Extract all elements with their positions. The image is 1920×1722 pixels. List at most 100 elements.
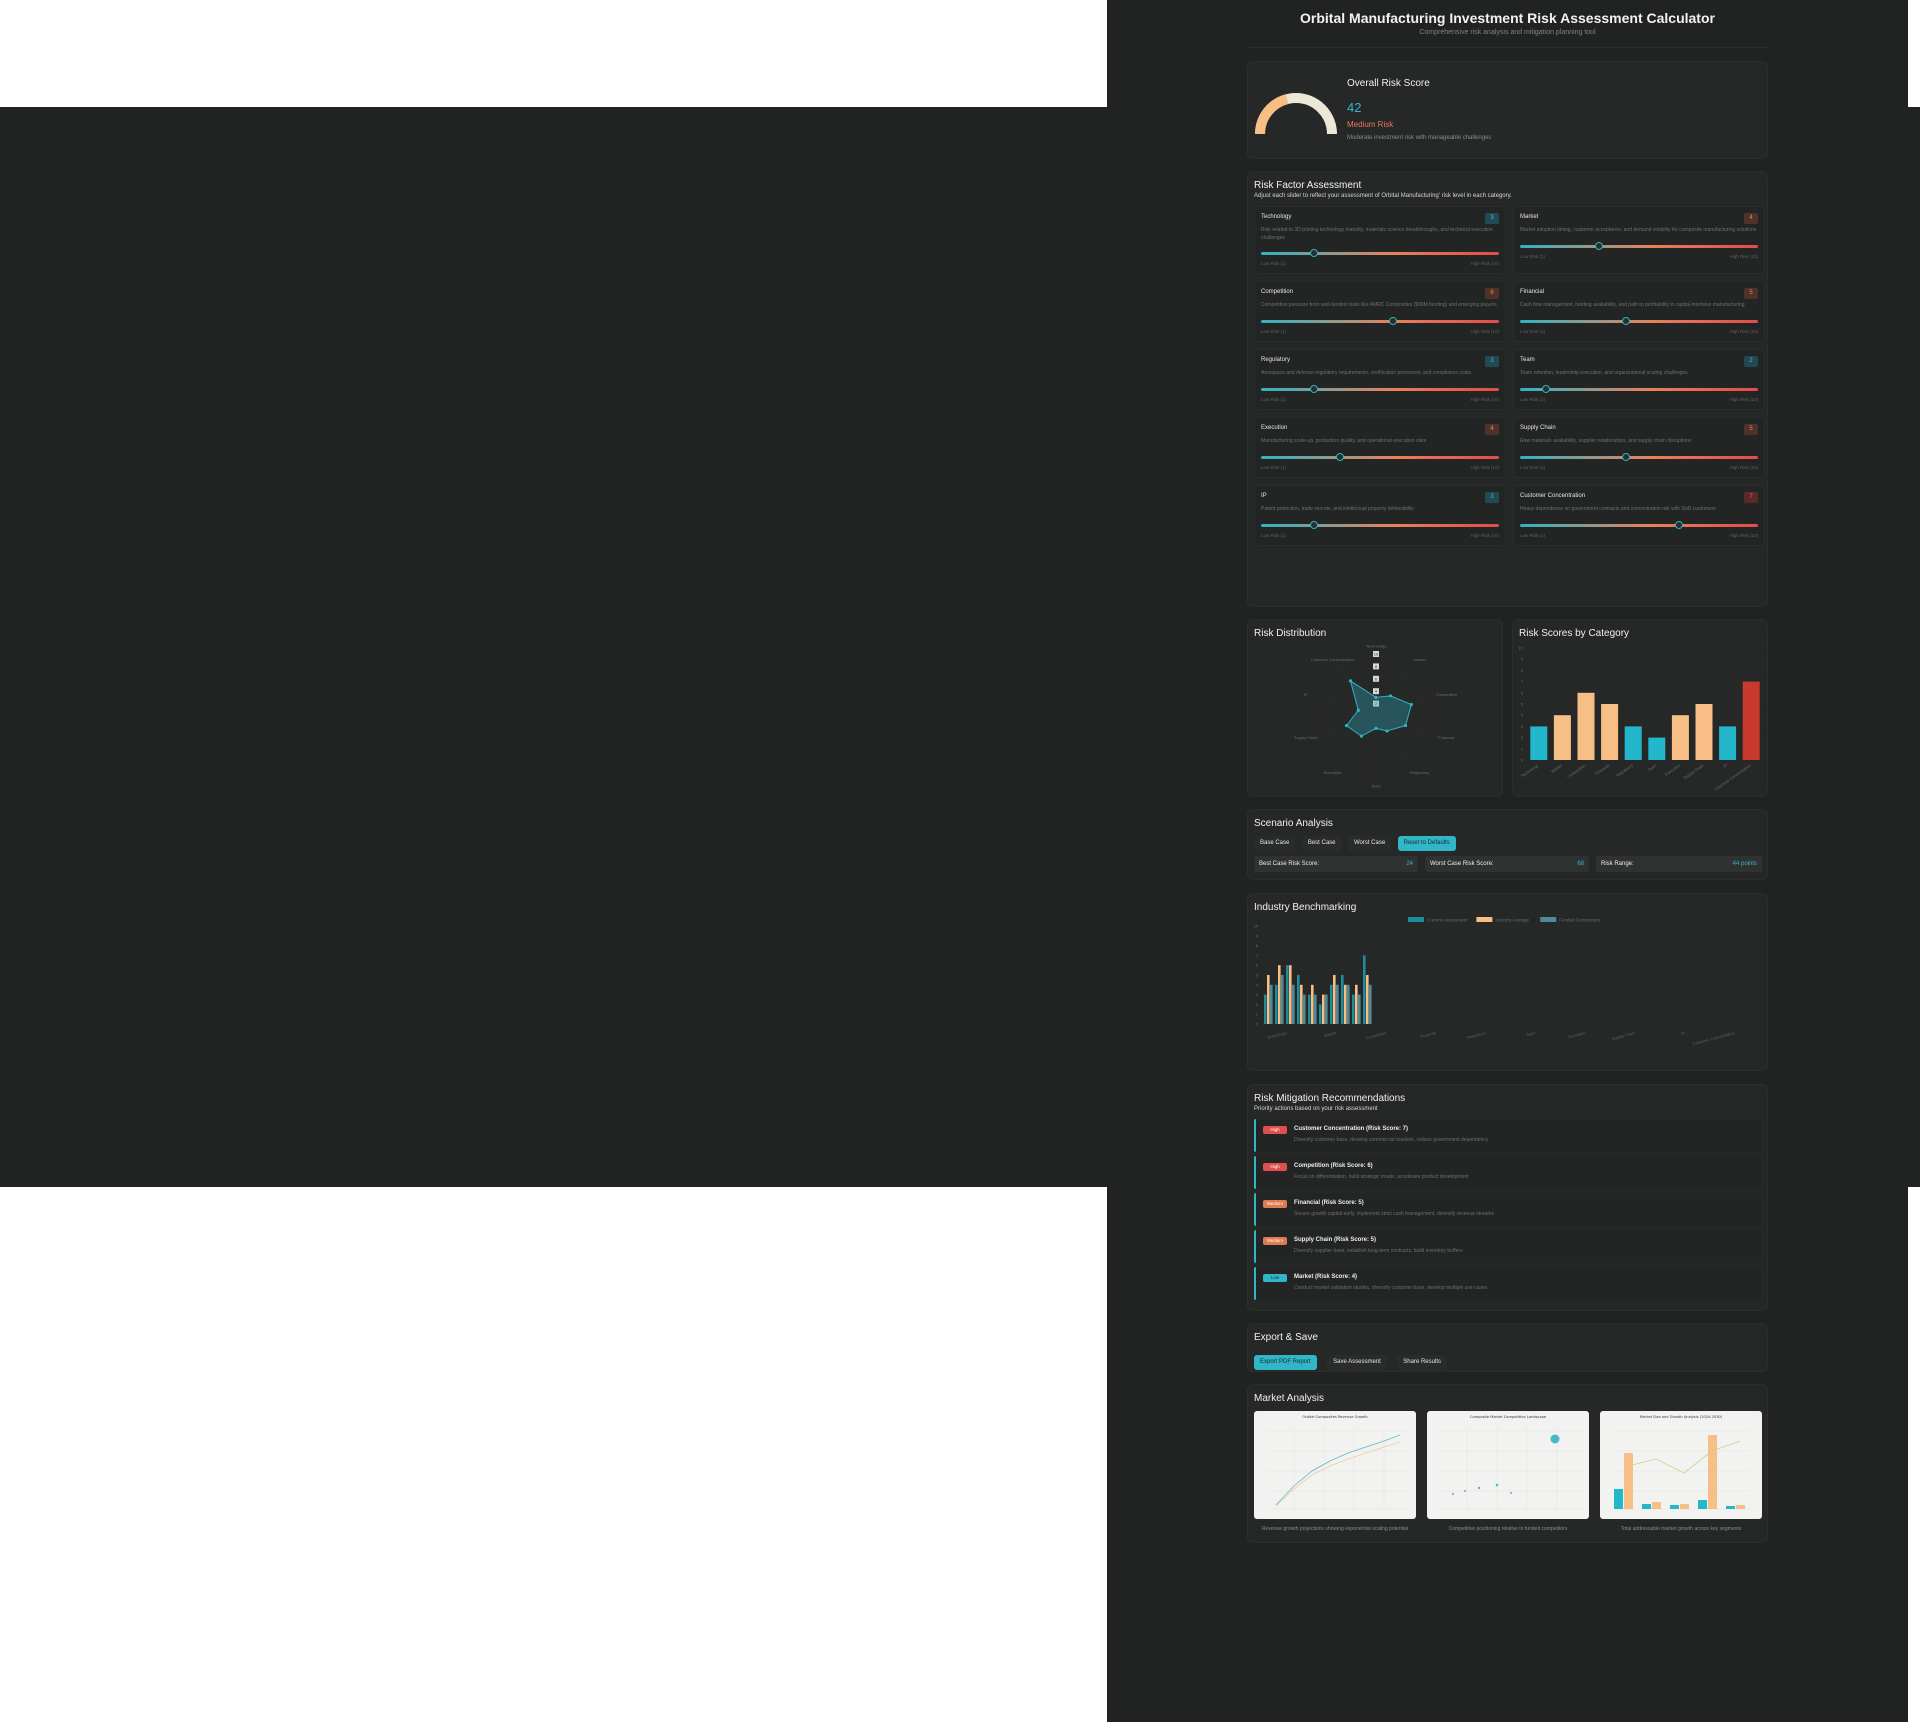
- risk-slider[interactable]: [1261, 453, 1499, 461]
- share-results-button[interactable]: Share Results: [1397, 1355, 1447, 1370]
- export-card: Export & Save Export PDF Report Save Ass…: [1247, 1323, 1768, 1372]
- risk-slider-thumb[interactable]: [1309, 385, 1318, 393]
- bench-bar: [1275, 984, 1278, 1024]
- slider-range-labels: Low Risk (1) High Risk (10): [1520, 254, 1758, 259]
- overall-title: Overall Risk Score: [1347, 78, 1430, 89]
- best-case-button[interactable]: Best Case: [1301, 836, 1342, 851]
- risk-slider-thumb[interactable]: [1542, 385, 1551, 393]
- benchmark-chart: Current Assessment Industry Average Funded…: [1254, 917, 1760, 1046]
- risk-slider-thumb[interactable]: [1595, 242, 1604, 250]
- risk-slider[interactable]: [1261, 521, 1499, 529]
- competitive-landscape-image[interactable]: Composite Market Competitive Landscape: [1427, 1411, 1589, 1519]
- bench-bar: [1358, 994, 1361, 1024]
- thumb-title-1: Orbital Composites Revenue Growth: [1302, 1415, 1367, 1419]
- risk-factor-description: Heavy dependence on government contracts…: [1520, 506, 1716, 512]
- risk-slider[interactable]: [1520, 317, 1758, 325]
- risk-slider-thumb[interactable]: [1309, 521, 1318, 529]
- bar-x-label: IP: [1722, 763, 1728, 769]
- bench-bar: [1314, 994, 1317, 1024]
- slider-low-label: Low Risk (1): [1520, 397, 1546, 402]
- radar-point: [1409, 702, 1413, 707]
- risk-factor-card-technology: Technology 3 Risk related to 3D printing t…: [1254, 206, 1506, 274]
- bench-bar: [1264, 994, 1267, 1024]
- bench-x-label: Technology: [1266, 1030, 1287, 1040]
- risk-factor-name: Execution: [1261, 425, 1288, 431]
- export-buttons: Export PDF Report Save Assessment Share …: [1254, 1350, 1449, 1370]
- best-case-score: Best Case Risk Score: 24: [1254, 856, 1418, 872]
- slider-high-label: High Risk (10): [1470, 329, 1499, 334]
- bench-bar: [1347, 984, 1350, 1024]
- bar-y-tick: 7: [1521, 679, 1524, 684]
- risk-factor-subtitle: Adjust each slider to reflect your asses…: [1254, 193, 1512, 199]
- thumb-bar: [1642, 1504, 1651, 1509]
- risk-factor-card-execution: Execution 4 Manufacturing scale-up, produc…: [1254, 417, 1506, 478]
- bench-bar: [1278, 965, 1281, 1024]
- export-title: Export & Save: [1254, 1332, 1318, 1343]
- risk-factor-value: 4: [1744, 213, 1758, 224]
- mitigation-item: High Customer Concentration (Risk Score: …: [1254, 1119, 1761, 1152]
- market-size-image[interactable]: Market Size and Growth Analysis (2024-20…: [1600, 1411, 1762, 1519]
- slider-high-label: High Risk (10): [1470, 465, 1499, 470]
- risk-factor-card-supply-chain: Supply Chain 5 Raw materials availability,…: [1513, 417, 1765, 478]
- risk-slider-thumb[interactable]: [1309, 249, 1318, 257]
- slider-high-label: High Risk (10): [1470, 533, 1499, 538]
- revenue-growth-image[interactable]: Orbital Composites Revenue Growth: [1254, 1411, 1416, 1519]
- worst-case-label: Worst Case Risk Score:: [1430, 861, 1494, 867]
- slider-range-labels: Low Risk (1) High Risk (10): [1261, 533, 1499, 538]
- risk-factor-value: 3: [1485, 492, 1499, 503]
- scenario-card: Scenario Analysis Base Case Best Case Wo…: [1247, 809, 1768, 880]
- risk-distribution-card: Risk Distribution Technology Market Compet…: [1247, 619, 1503, 797]
- best-case-label: Best Case Risk Score:: [1259, 861, 1320, 867]
- bar-supply-chain: [1695, 704, 1713, 760]
- risk-slider[interactable]: [1520, 242, 1758, 250]
- risk-slider-thumb[interactable]: [1389, 317, 1398, 325]
- risk-slider[interactable]: [1520, 521, 1758, 529]
- risk-slider[interactable]: [1520, 453, 1758, 461]
- risk-slider[interactable]: [1520, 385, 1758, 393]
- risk-slider[interactable]: [1261, 317, 1499, 325]
- bar-y-tick: 6: [1521, 690, 1524, 695]
- worst-case-button[interactable]: Worst Case: [1347, 836, 1392, 851]
- scenario-title: Scenario Analysis: [1254, 818, 1333, 829]
- risk-slider-thumb[interactable]: [1674, 521, 1683, 529]
- competitive-landscape-caption: Competitive positioning relative to fund…: [1448, 1526, 1568, 1532]
- risk-slider-thumb[interactable]: [1621, 453, 1630, 461]
- bar-x-label: Technology: [1520, 763, 1539, 779]
- bench-bar: [1330, 984, 1333, 1024]
- export-pdf-button[interactable]: Export PDF Report: [1254, 1355, 1317, 1370]
- risk-factor-name: IP: [1261, 493, 1267, 499]
- risk-slider-thumb[interactable]: [1621, 317, 1630, 325]
- risk-factor-value: 5: [1744, 288, 1758, 299]
- risk-range-value: 44 points: [1732, 861, 1757, 867]
- risk-slider[interactable]: [1261, 385, 1499, 393]
- risk-factor-description: Cash flow management, funding availabili…: [1520, 302, 1745, 308]
- bar-x-label: Supply Chain: [1682, 763, 1704, 781]
- radar-axis-label: Execution: [1324, 770, 1342, 775]
- risk-slider-thumb[interactable]: [1336, 453, 1345, 461]
- bench-bar: [1344, 984, 1347, 1024]
- thumb-line-1: [1275, 1434, 1401, 1506]
- gauge-fill: [1255, 94, 1289, 135]
- risk-factor-value: 3: [1485, 213, 1499, 224]
- slider-low-label: Low Risk (1): [1520, 254, 1546, 259]
- priority-badge: Medium: [1263, 1200, 1287, 1208]
- bench-x-label: Financial: [1420, 1030, 1437, 1039]
- legend-swatch: [1540, 917, 1557, 922]
- reset-defaults-button[interactable]: Reset to Defaults: [1397, 836, 1456, 851]
- thumb-bar: [1680, 1504, 1689, 1509]
- risk-factor-description: Team retention, leadership execution, an…: [1520, 370, 1688, 376]
- bar-x-label: Competition: [1566, 763, 1586, 779]
- save-assessment-button[interactable]: Save Assessment: [1327, 1355, 1387, 1370]
- bar-y-tick: 8: [1521, 668, 1524, 673]
- base-case-button[interactable]: Base Case: [1254, 836, 1296, 851]
- bar-x-label: Execution: [1664, 763, 1681, 777]
- risk-slider[interactable]: [1261, 249, 1499, 257]
- radar-axis-label: Competition: [1436, 692, 1457, 697]
- thumb-bar: [1614, 1489, 1623, 1509]
- bench-y-tick: 1: [1256, 1012, 1259, 1017]
- priority-badge: High: [1263, 1126, 1287, 1134]
- bar-customer-concentration: [1742, 681, 1760, 760]
- slider-high-label: High Risk (10): [1729, 465, 1758, 470]
- risk-factor-card-customer-concentration: Customer Concentration 7 Heavy dependence …: [1513, 485, 1765, 546]
- risk-factor-description: Competitive pressure from well-funded ri…: [1261, 302, 1497, 308]
